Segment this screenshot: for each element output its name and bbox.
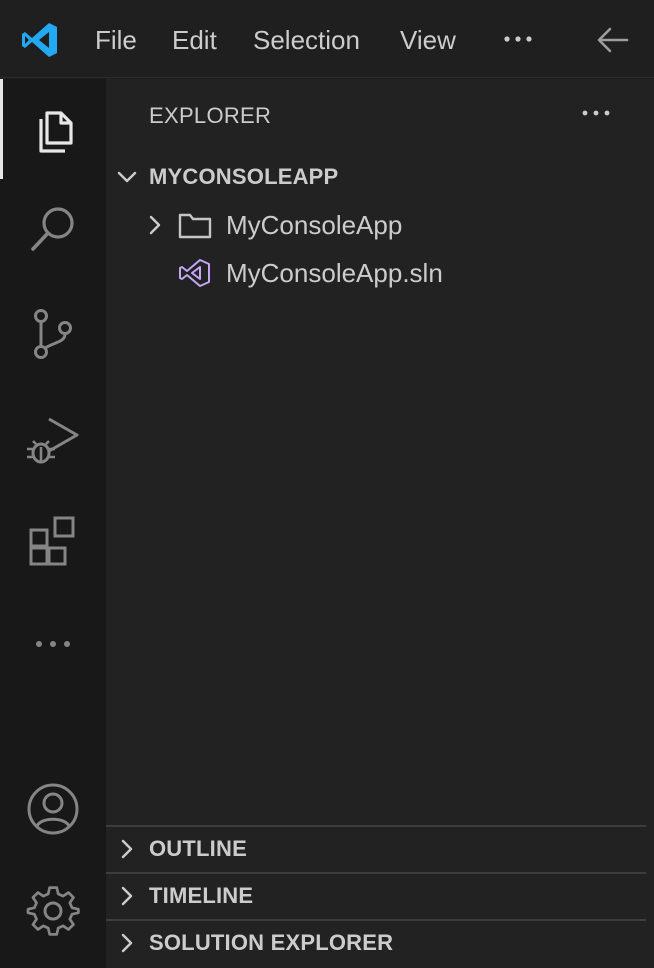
search-icon [31, 207, 74, 251]
vscode-logo-icon[interactable] [20, 20, 60, 60]
workspace-label: MYCONSOLEAPP [149, 164, 339, 189]
chevron-right-icon [121, 839, 133, 859]
files-icon [38, 111, 73, 153]
arrow-left-icon[interactable] [594, 24, 630, 56]
section-solution-explorer[interactable]: SOLUTION EXPLORER [106, 919, 646, 965]
section-label: SOLUTION EXPLORER [149, 930, 394, 955]
gear-icon [26, 886, 80, 936]
account-icon [27, 783, 79, 835]
activity-bar [0, 79, 106, 968]
activity-source-control[interactable] [0, 284, 106, 384]
section-outline[interactable]: OUTLINE [106, 825, 646, 871]
tree-item-folder[interactable]: MyConsoleApp [106, 202, 646, 248]
ellipsis-icon[interactable] [500, 24, 536, 54]
chevron-right-icon [121, 933, 133, 953]
tree-item-label: MyConsoleApp.sln [226, 257, 443, 288]
vscode-window: File Edit Selection View EXPLORER MYCONS… [0, 0, 654, 968]
chevron-right-icon [149, 215, 161, 235]
activity-explorer[interactable] [0, 79, 106, 179]
run-debug-icon [27, 417, 79, 464]
tree-item-solution[interactable]: MyConsoleApp.sln [106, 250, 646, 296]
explorer-sidebar: EXPLORER MYCONSOLEAPP MyConsoleApp MyCon… [106, 79, 654, 968]
activity-search[interactable] [0, 179, 106, 279]
folder-icon [178, 213, 212, 239]
activity-manage[interactable] [0, 864, 106, 964]
section-label: TIMELINE [149, 883, 254, 908]
workspace-header[interactable]: MYCONSOLEAPP [106, 155, 646, 199]
tree-item-label: MyConsoleApp [226, 209, 403, 240]
extensions-icon [29, 516, 75, 566]
menu-edit[interactable]: Edit [172, 22, 217, 58]
section-timeline[interactable]: TIMELINE [106, 872, 646, 918]
explorer-title: EXPLORER [149, 103, 272, 128]
menu-view[interactable]: View [400, 22, 456, 58]
activity-accounts[interactable] [0, 759, 106, 859]
chevron-right-icon [121, 886, 133, 906]
ellipsis-icon [36, 641, 70, 647]
section-label: OUTLINE [149, 836, 247, 861]
activity-extensions[interactable] [0, 492, 106, 592]
activity-run-debug[interactable] [0, 389, 106, 489]
menu-file[interactable]: File [95, 22, 137, 58]
menu-selection[interactable]: Selection [253, 22, 360, 58]
activity-more[interactable] [0, 594, 106, 694]
title-bar: File Edit Selection View [0, 0, 654, 78]
solution-file-icon [179, 259, 210, 287]
ellipsis-icon[interactable] [580, 103, 612, 123]
source-control-icon [34, 309, 72, 359]
chevron-down-icon [117, 171, 137, 183]
